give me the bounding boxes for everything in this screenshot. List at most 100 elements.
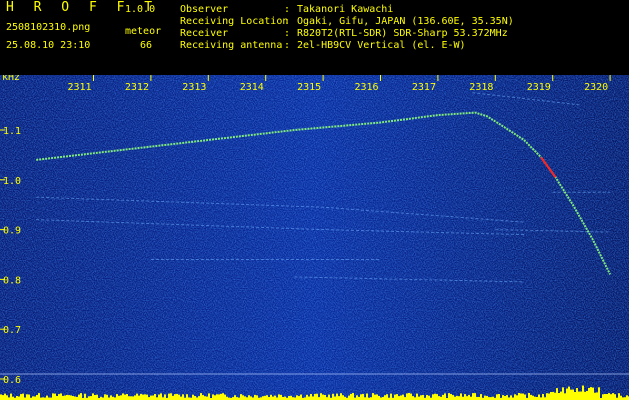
activity-bar [68,395,70,400]
activity-bar [468,394,470,400]
x-tick-label: 2315 [297,82,321,93]
activity-bar [396,394,398,400]
activity-bar [466,396,468,400]
activity-bar [0,394,2,400]
header-panel: H R O F F T 1.0.0 2508102310.png meteor … [0,0,629,75]
activity-bar [132,396,134,400]
activity-bar [572,389,574,400]
activity-bar [612,393,614,400]
activity-bar [154,394,156,400]
activity-bar [130,396,132,400]
x-tick-label: 2312 [125,82,149,93]
activity-bar [532,395,534,400]
activity-bar [598,387,600,400]
activity-bar [254,394,256,400]
activity-bar [32,396,34,400]
activity-bar [320,393,322,400]
x-tick-label: 2320 [584,82,608,93]
x-tick-label: 2313 [182,82,206,93]
activity-bar [556,388,558,400]
activity-bar [192,394,194,400]
activity-bar [106,394,108,400]
activity-bar [584,391,586,400]
activity-bar [568,386,570,400]
activity-bar [442,394,444,400]
activity-bar [92,393,94,400]
activity-bar [56,396,58,400]
activity-bar [178,394,180,400]
activity-bar [266,395,268,400]
activity-bar [580,391,582,400]
activity-bar [140,393,142,400]
y-axis-label: kHz [2,75,20,83]
activity-bar [126,394,128,400]
activity-bar [164,394,166,400]
activity-bar [428,395,430,400]
activity-bar [64,395,66,400]
activity-bar [16,396,18,400]
activity-bar [486,396,488,400]
activity-bar [328,394,330,400]
activity-bar [224,394,226,400]
activity-bar [614,394,616,400]
activity-bar [588,388,590,400]
activity-bar [360,394,362,400]
activity-bar [218,394,220,400]
activity-bar [152,395,154,400]
activity-bar [334,396,336,400]
activity-bar [314,393,316,400]
activity-bar [72,396,74,400]
image-filename: 2508102310.png [6,22,91,33]
activity-bar [610,394,612,400]
activity-bar [550,392,552,400]
activity-bar [456,395,458,400]
activity-bar [34,396,36,400]
activity-bar [216,394,218,400]
activity-bar [576,388,578,400]
activity-bar [280,394,282,400]
activity-bar [146,394,148,400]
activity-bar [410,393,412,400]
activity-bar [464,394,466,400]
activity-bar [356,395,358,400]
activity-bar [398,396,400,400]
activity-bar [518,393,520,400]
spectrogram: 2311 2312 2313 2314 2315 2316 2317 2318 2319 2320… [0,75,629,400]
activity-bar [118,395,120,400]
activity-bar [272,396,274,400]
activity-bar [2,395,4,400]
activity-bar [336,393,338,400]
activity-bar [194,396,196,400]
location-label: Receiving Location [180,16,289,27]
activity-bar [60,393,62,400]
activity-bar [316,393,318,400]
activity-bar [170,393,172,400]
activity-bar [502,395,504,400]
activity-bar [406,393,408,400]
activity-bar [306,394,308,400]
activity-bar [240,394,242,400]
activity-bar [256,395,258,400]
activity-bar [142,394,144,400]
activity-bar [566,388,568,400]
activity-bar [214,395,216,400]
activity-bar [498,394,500,400]
activity-bar [312,396,314,400]
activity-bar [310,394,312,400]
activity-bar [198,396,200,400]
activity-bar [386,394,388,400]
activity-bar [248,395,250,400]
activity-bar [242,395,244,400]
activity-bar [338,396,340,400]
activity-bar [116,394,118,400]
activity-bar [620,395,622,400]
activity-bar [244,396,246,400]
activity-bar [298,396,300,400]
activity-bar [592,387,594,400]
activity-bar [264,395,266,400]
activity-bar [546,393,548,400]
activity-bar [182,394,184,400]
activity-bar [590,387,592,400]
y-tick-label: 0.9 [3,226,21,237]
activity-bar [554,392,556,400]
